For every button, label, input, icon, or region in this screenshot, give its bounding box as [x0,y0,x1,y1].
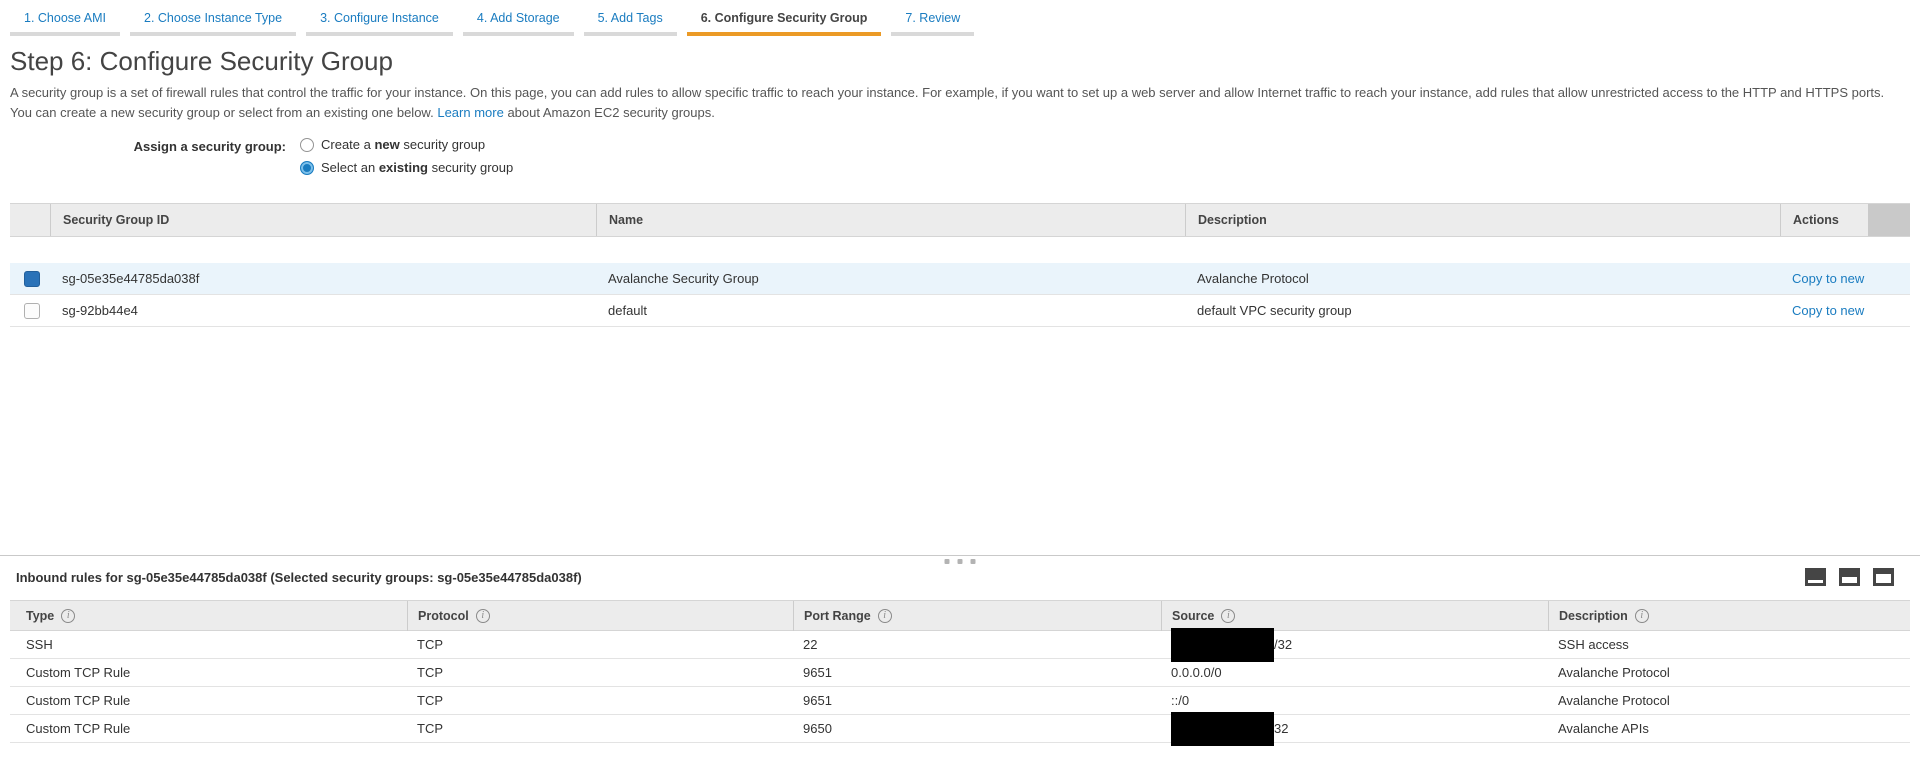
security-group-description: default VPC security group [1185,295,1780,326]
rule-protocol: TCP [407,631,793,659]
rule-description: Avalanche Protocol [1548,687,1910,715]
tab-step-2[interactable]: 2. Choose Instance Type [130,6,296,36]
rule-type: SSH [10,631,407,659]
tab-step-1[interactable]: 1. Choose AMI [10,6,120,36]
rule-protocol: TCP [407,715,793,743]
rule-type: Custom TCP Rule [10,715,407,743]
copy-to-new-link[interactable]: Copy to new [1792,303,1864,318]
header-description: Description [1185,204,1780,236]
rule-description: Avalanche Protocol [1548,659,1910,687]
rule-source: 32 [1161,715,1548,743]
rule-port-range: 9651 [793,687,1161,715]
rule-port-range: 22 [793,631,1161,659]
table-spacer [10,237,1910,263]
info-icon[interactable]: i [61,609,75,623]
security-group-table-header: Security Group ID Name Description Actio… [10,203,1910,237]
rule-source: 0.0.0.0/0 [1161,659,1548,687]
header-protocol: Protocoli [407,601,793,631]
intro-text-after: about Amazon EC2 security groups. [504,105,715,120]
wizard-tab-bar: 1. Choose AMI 2. Choose Instance Type 3. C… [0,0,1920,36]
security-group-name: Avalanche Security Group [596,263,1185,294]
inbound-rules-title: Inbound rules for sg-05e35e44785da038f (… [16,570,582,585]
radio-selected-icon[interactable] [300,161,314,175]
pane-bottom-large-icon[interactable] [1873,568,1894,586]
rule-protocol: TCP [407,659,793,687]
inbound-rule-row: Custom TCP RuleTCP965032Avalanche APIs [10,715,1910,743]
header-name: Name [596,204,1185,236]
rule-type: Custom TCP Rule [10,659,407,687]
inbound-rule-row: Custom TCP RuleTCP9651::/0Avalanche Prot… [10,687,1910,715]
security-group-table: Security Group ID Name Description Actio… [10,203,1910,327]
header-port-range: Port Rangei [793,601,1161,631]
pane-layout-controls [1805,568,1894,586]
security-group-table-body: sg-05e35e44785da038fAvalanche Security G… [10,263,1910,327]
security-group-id: sg-92bb44e4 [50,295,596,326]
tab-step-7[interactable]: 7. Review [891,6,974,36]
actions-cell: Copy to new [1780,295,1910,326]
table-empty-space [0,327,1920,555]
scrollbar-thumb[interactable] [1868,204,1910,236]
rule-source: /32 [1161,631,1548,659]
security-group-row[interactable]: sg-92bb44e4defaultdefault VPC security g… [10,295,1910,327]
rule-port-range: 9651 [793,659,1161,687]
assign-security-group-row: Assign a security group: Create a new se… [0,137,1920,183]
actions-cell: Copy to new [1780,263,1910,294]
inbound-rule-row: Custom TCP RuleTCP96510.0.0.0/0Avalanche… [10,659,1910,687]
tab-step-3[interactable]: 3. Configure Instance [306,6,453,36]
redacted-ip-block [1171,712,1274,746]
rule-description: Avalanche APIs [1548,715,1910,743]
header-source: Sourcei [1161,601,1548,631]
rule-description: SSH access [1548,631,1910,659]
radio-unselected-icon[interactable] [300,138,314,152]
header-checkbox-column [10,204,50,236]
inbound-table-header: Typei Protocoli Port Rangei Sourcei Desc… [10,600,1910,631]
rule-protocol: TCP [407,687,793,715]
intro-text: A security group is a set of firewall ru… [10,85,1884,120]
checkbox-checked-icon[interactable] [24,271,40,287]
page-title: Step 6: Configure Security Group [10,46,1920,77]
checkbox-unchecked-icon[interactable] [24,303,40,319]
info-icon[interactable]: i [878,609,892,623]
inbound-rules-table: Typei Protocoli Port Rangei Sourcei Desc… [10,600,1910,743]
header-type: Typei [10,601,407,631]
security-group-id: sg-05e35e44785da038f [50,263,596,294]
learn-more-link[interactable]: Learn more [437,105,503,120]
checkbox-cell [10,295,50,326]
tab-step-4[interactable]: 4. Add Storage [463,6,574,36]
info-icon[interactable]: i [1635,609,1649,623]
info-icon[interactable]: i [476,609,490,623]
inbound-rule-row: SSHTCP22/32SSH access [10,631,1910,659]
radio-select-existing-group[interactable]: Select an existing security group [300,160,513,175]
header-description: Descriptioni [1548,601,1910,631]
rule-type: Custom TCP Rule [10,687,407,715]
assign-options: Create a new security group Select an ex… [300,137,513,183]
radio-select-existing-label: Select an existing security group [321,160,513,175]
radio-create-new-label: Create a new security group [321,137,485,152]
assign-security-group-label: Assign a security group: [0,137,300,183]
security-group-description: Avalanche Protocol [1185,263,1780,294]
header-security-group-id: Security Group ID [50,204,596,236]
info-icon[interactable]: i [1221,609,1235,623]
split-pane-divider [0,555,1920,556]
radio-create-new-group[interactable]: Create a new security group [300,137,513,152]
inbound-table-body: SSHTCP22/32SSH accessCustom TCP RuleTCP9… [10,631,1910,743]
intro-paragraph: A security group is a set of firewall ru… [10,83,1906,123]
redacted-ip-block [1171,628,1274,662]
security-group-row[interactable]: sg-05e35e44785da038fAvalanche Security G… [10,263,1910,295]
tab-step-6[interactable]: 6. Configure Security Group [687,6,882,36]
copy-to-new-link[interactable]: Copy to new [1792,271,1864,286]
rule-source: ::/0 [1161,687,1548,715]
checkbox-cell [10,263,50,294]
security-group-name: default [596,295,1185,326]
tab-step-5[interactable]: 5. Add Tags [584,6,677,36]
pane-resize-grip-icon[interactable] [945,559,976,564]
pane-bottom-half-icon[interactable] [1839,568,1860,586]
rule-port-range: 9650 [793,715,1161,743]
pane-bottom-small-icon[interactable] [1805,568,1826,586]
